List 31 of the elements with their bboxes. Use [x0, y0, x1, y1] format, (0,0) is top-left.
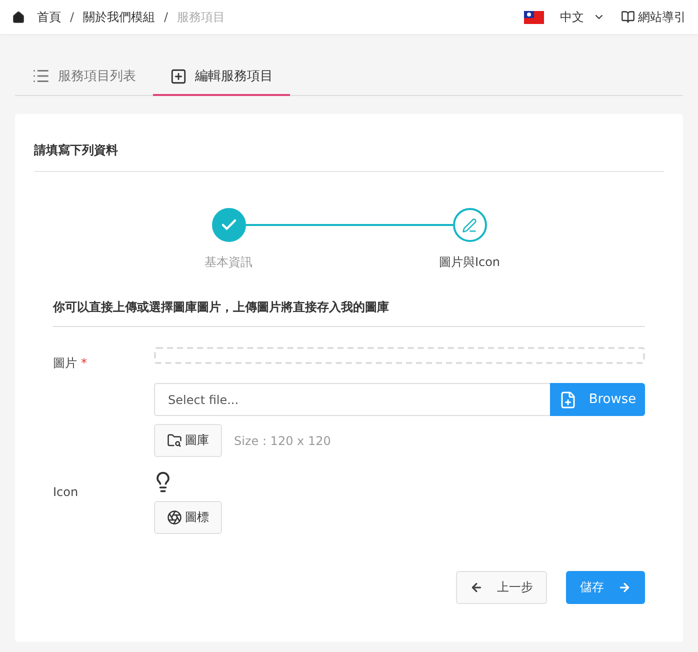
breadcrumb-link[interactable]: 首頁 [37, 8, 61, 26]
field-label: Icon [53, 485, 80, 501]
arrow-right-icon [618, 581, 631, 594]
breadcrumb-separator: / [164, 10, 168, 24]
tab[interactable]: 服務項目列表 [15, 58, 153, 96]
breadcrumb-separator: / [70, 10, 74, 24]
site-guide-link[interactable]: 網站導引 [621, 8, 686, 26]
tab[interactable]: 編輯服務項目 [153, 58, 290, 96]
step-label: 基本資訊 [204, 254, 252, 271]
language-selector[interactable]: 中文 [560, 8, 605, 26]
required-mark: * [81, 356, 87, 370]
folder-search-icon [167, 433, 182, 448]
step-label: 圖片與Icon [438, 254, 500, 271]
flag-icon [524, 10, 544, 24]
section-title: 你可以直接上傳或選擇圖庫圖片，上傳圖片將直接存入我的圖庫 [53, 299, 645, 327]
file-plus-icon [558, 390, 577, 408]
field-label: 圖片 * [53, 355, 88, 372]
home-icon[interactable] [12, 10, 25, 24]
arrow-left-icon [470, 581, 483, 594]
size-hint: Size : 120 x 120 [234, 434, 331, 448]
breadcrumb-link[interactable]: 關於我們模組 [83, 8, 156, 26]
icon-picker-button[interactable]: 圖標 [154, 501, 222, 534]
aperture-icon [167, 510, 182, 525]
card-title: 請填寫下列資料 [34, 142, 664, 172]
book-icon [621, 10, 635, 24]
pen-icon [462, 218, 477, 232]
file-input-field[interactable]: Select file... [154, 383, 550, 416]
list-icon [32, 67, 50, 85]
back-button[interactable]: 上一步 [456, 571, 547, 604]
add-square-icon [170, 68, 187, 84]
gallery-button[interactable]: 圖庫 [154, 424, 222, 457]
